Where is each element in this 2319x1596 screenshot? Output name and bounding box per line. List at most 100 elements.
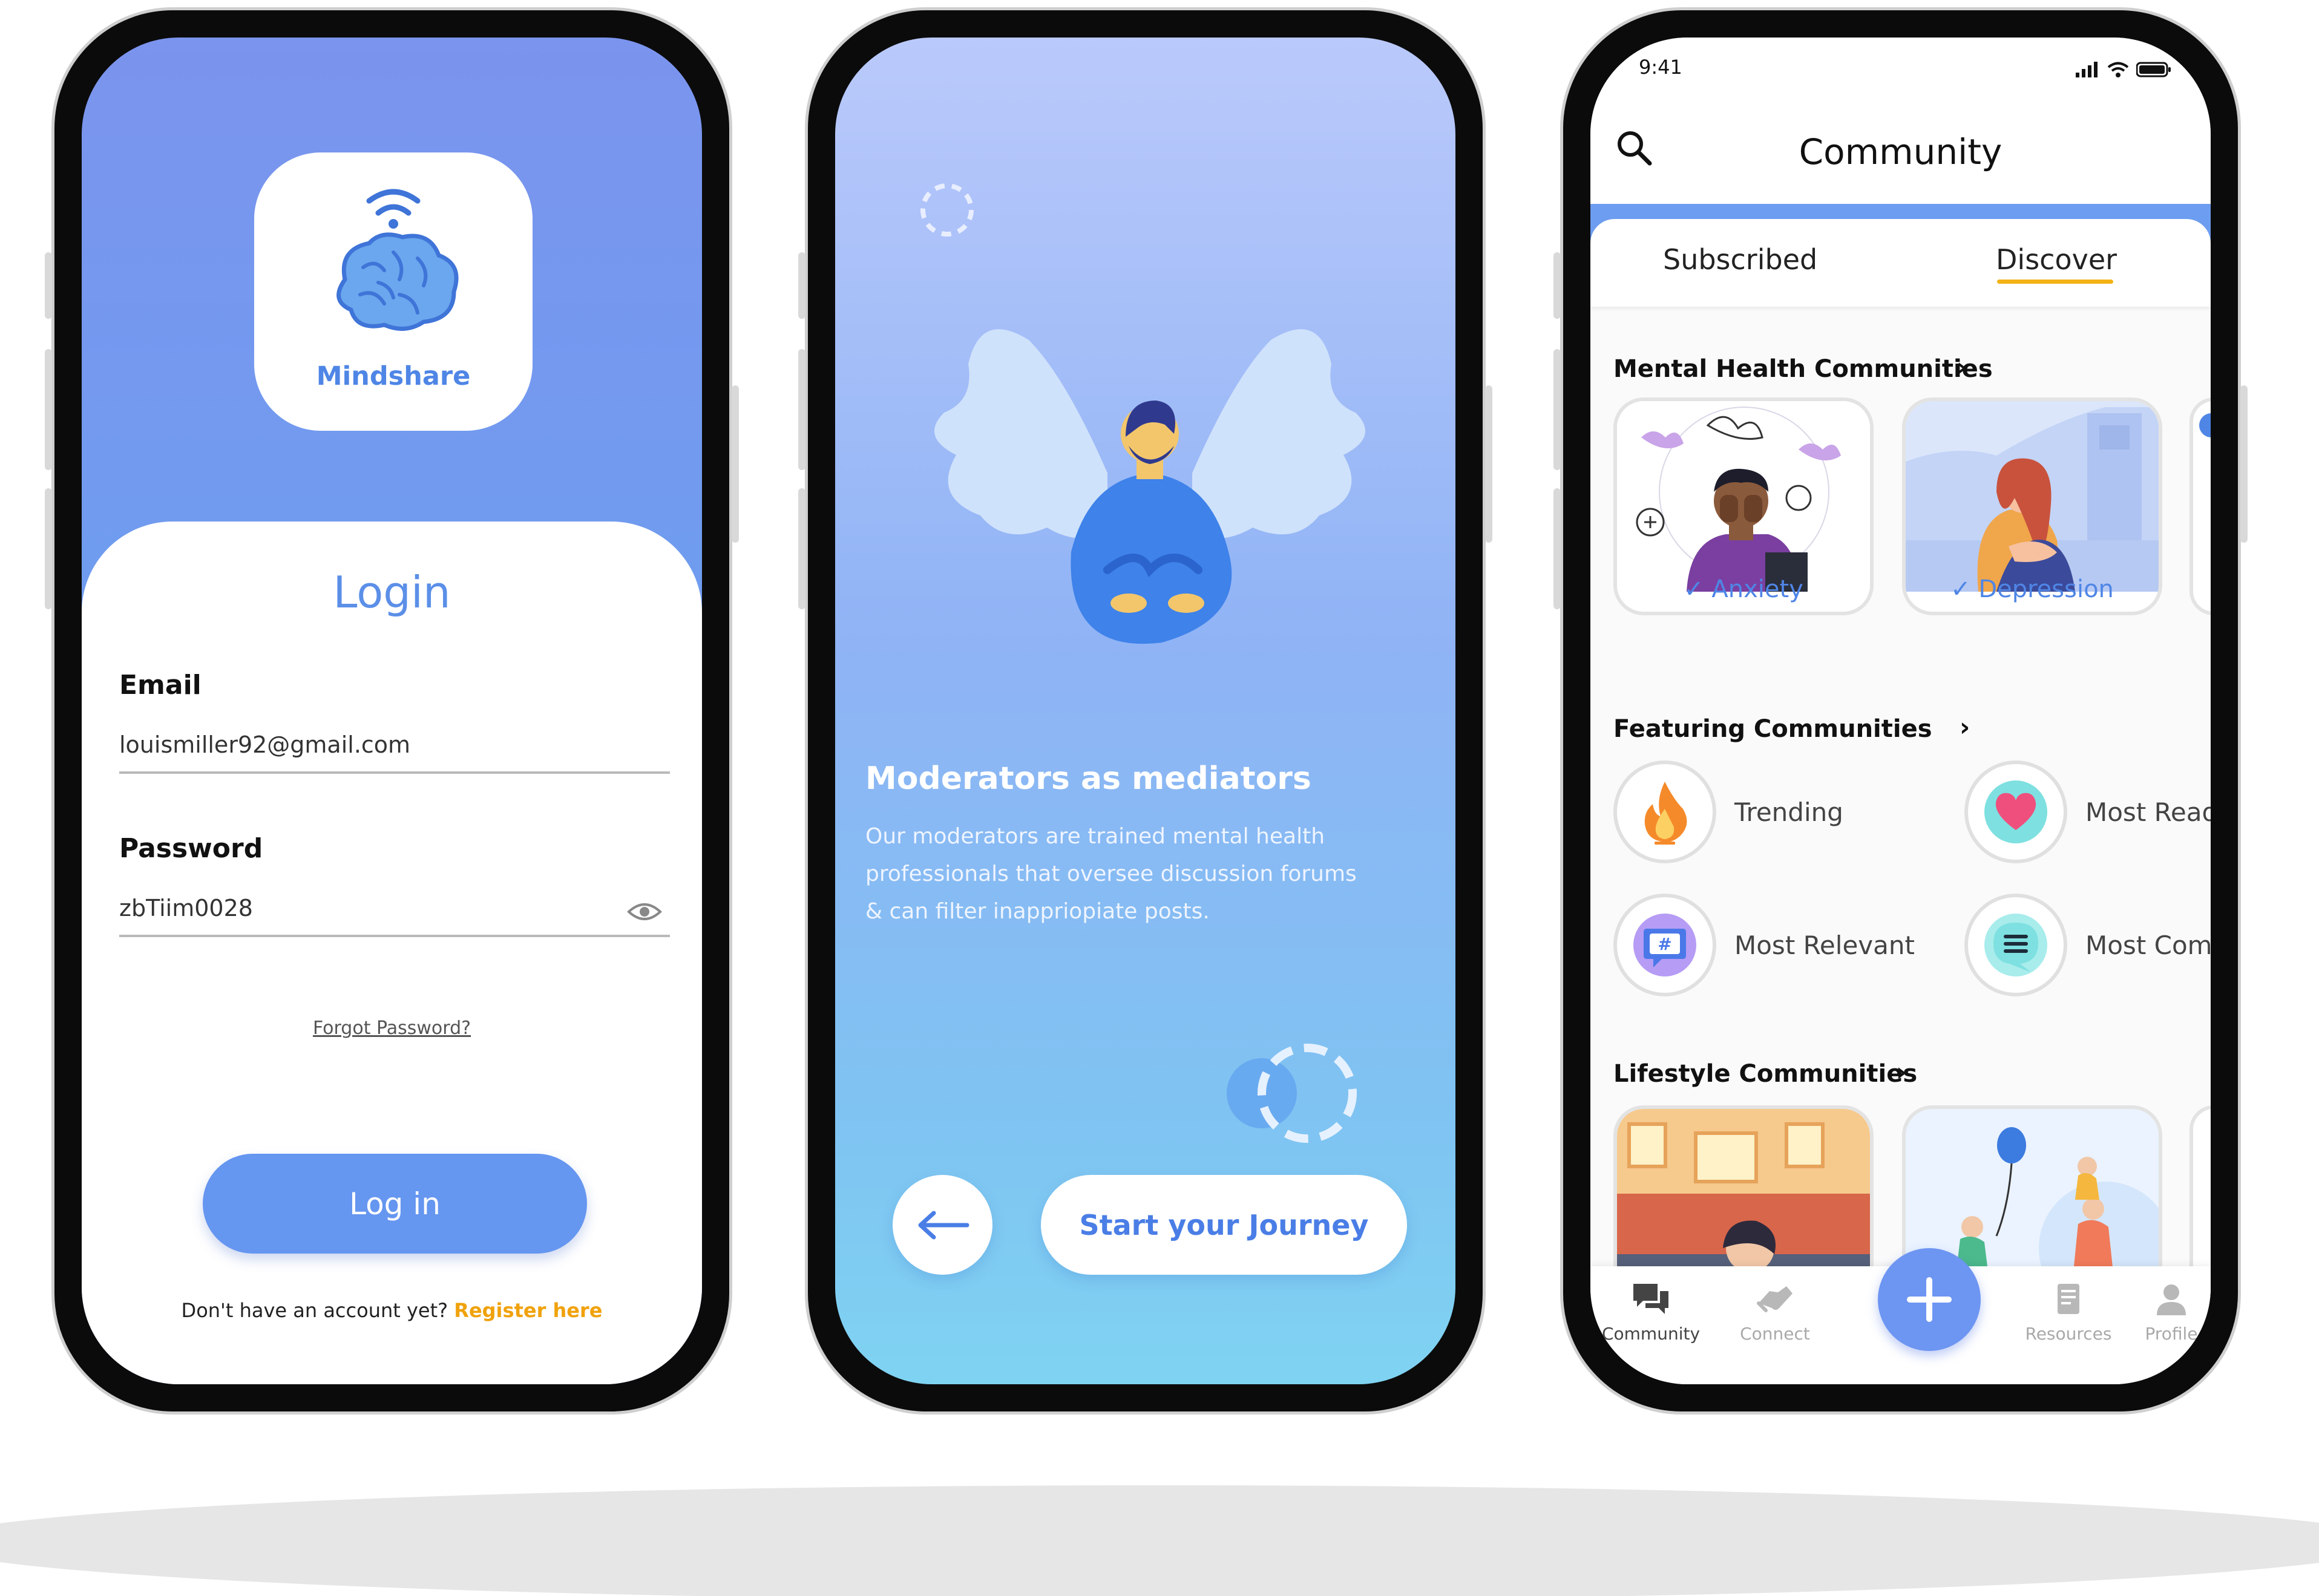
phone-login: Mindshare Login Email Password Forgot Pa…	[45, 7, 739, 1414]
top-bar: Community	[1590, 95, 2211, 204]
handshake-icon	[1757, 1286, 1793, 1312]
featured-item-most-relevant[interactable]: # Most Relevant	[1613, 894, 1915, 996]
chevron-right-icon[interactable]: ›	[1896, 1057, 1906, 1087]
card-label-depression: ✓ Depression	[1950, 575, 2114, 603]
section-title-featuring[interactable]: Featuring Communities	[1613, 715, 1932, 743]
section-title-lifestyle[interactable]: Lifestyle Communities	[1613, 1060, 1917, 1088]
arrow-left-icon	[918, 1211, 969, 1239]
email-field[interactable]	[119, 718, 670, 774]
nav-label: Community	[1601, 1324, 1701, 1344]
email-label: Email	[119, 670, 202, 701]
login-button[interactable]: Log in	[203, 1154, 587, 1254]
featured-item-icon	[1964, 760, 2067, 863]
phone-side-button	[1553, 349, 1561, 470]
password-label: Password	[119, 833, 263, 864]
community-card-partial[interactable]	[2189, 397, 2211, 615]
wifi-icon	[2107, 62, 2129, 77]
phone-side-button	[1553, 252, 1561, 319]
onboarding-screen: Moderators as mediators Our moderators a…	[835, 38, 1455, 1384]
progress-indicator-icon	[1227, 1044, 1357, 1143]
eye-icon[interactable]	[626, 900, 663, 924]
phone-side-button	[798, 252, 805, 319]
create-post-button[interactable]	[1878, 1248, 1981, 1351]
nav-label: Connect	[1740, 1324, 1810, 1344]
tab-bar: Subscribed Discover	[1590, 219, 2211, 307]
active-tab-indicator	[1997, 280, 2113, 284]
dashed-circle-icon	[920, 183, 974, 237]
featured-item-label: Most Read	[2085, 797, 2211, 827]
password-field[interactable]	[119, 881, 670, 937]
phone-side-button	[2240, 385, 2248, 543]
nav-label: Profile	[2145, 1324, 2198, 1344]
login-screen: Mindshare Login Email Password Forgot Pa…	[82, 38, 702, 1384]
page-title: Community	[1799, 131, 2002, 172]
nav-community[interactable]: Community	[1590, 1281, 1711, 1344]
svg-text:#: #	[1658, 934, 1671, 954]
check-icon: ✓	[1950, 575, 1979, 603]
back-button[interactable]	[893, 1175, 992, 1275]
nav-label: Resources	[2025, 1324, 2112, 1344]
tab-subscribed[interactable]: Subscribed	[1663, 243, 1817, 276]
card-label-anxiety: ✓ Anxiety	[1684, 575, 1803, 603]
onboarding-body: Our moderators are trained mental health…	[865, 824, 1357, 924]
register-row: Don't have an account yet? Register here	[82, 1299, 702, 1322]
phone-side-button	[1553, 488, 1561, 609]
document-icon	[2058, 1284, 2079, 1314]
section-title-mental-health[interactable]: Mental Health Communities	[1613, 355, 1993, 383]
phone-side-button	[45, 488, 52, 609]
featured-item-icon	[1964, 894, 2067, 996]
logo-name: Mindshare	[316, 361, 471, 391]
featured-item-trending[interactable]: Trending	[1613, 760, 1843, 863]
plus-icon	[1907, 1277, 1952, 1322]
phone-side-button	[45, 252, 52, 319]
heart-icon	[1984, 780, 2047, 843]
register-link[interactable]: Register here	[454, 1299, 602, 1322]
featured-item-icon: #	[1613, 894, 1716, 996]
community-screen: 9:41 Community Subscribed Discover Menta…	[1590, 38, 2211, 1384]
chevron-right-icon[interactable]: ›	[1957, 352, 1967, 382]
phone-community: 9:41 Community Subscribed Discover Menta…	[1553, 7, 2248, 1414]
phone-onboarding: Moderators as mediators Our moderators a…	[798, 7, 1492, 1414]
featured-item-most-commented[interactable]: Most Commented	[1964, 894, 2211, 996]
community-card-anxiety[interactable]: ✓ Anxiety	[1613, 397, 1874, 615]
phone-side-button	[798, 349, 805, 470]
chat-bubbles-icon	[1633, 1284, 1668, 1314]
check-icon: ✓	[1684, 575, 1712, 603]
phone-side-button	[798, 488, 805, 609]
anxiety-illustration	[1617, 401, 1870, 592]
featured-item-label: Most Commented	[2085, 930, 2211, 960]
no-account-text: Don't have an account yet?	[181, 1299, 448, 1322]
status-icons	[2076, 62, 2171, 77]
featured-item-most-read[interactable]: Most Read	[1964, 760, 2211, 863]
nav-connect[interactable]: Connect	[1714, 1281, 1835, 1344]
app-logo: Mindshare	[254, 152, 533, 431]
phone-side-button	[732, 385, 739, 543]
battery-icon	[2136, 62, 2171, 77]
featured-item-label: Most Relevant	[1734, 930, 1915, 960]
hashtag-icon: #	[1633, 914, 1696, 976]
login-form-card: Login	[82, 522, 702, 1384]
depression-illustration	[1906, 401, 2159, 592]
chevron-right-icon[interactable]: ›	[1960, 712, 1970, 742]
card-badge	[2199, 413, 2211, 437]
fire-icon	[1644, 782, 1687, 845]
nav-resources[interactable]: Resources	[2008, 1281, 2129, 1344]
bottom-navigation: Community Connect Resources Profile	[1590, 1248, 2211, 1384]
user-icon	[2157, 1284, 2186, 1315]
status-bar: 9:41	[1590, 38, 2211, 95]
nav-profile[interactable]: Profile	[2123, 1281, 2211, 1344]
login-title: Login	[333, 567, 451, 618]
featured-item-label: Trending	[1734, 797, 1843, 827]
signal-icon	[2076, 62, 2098, 77]
featured-item-icon	[1613, 760, 1716, 863]
forgot-password-link[interactable]: Forgot Password?	[82, 1018, 702, 1039]
phone-side-button	[1485, 385, 1492, 543]
tab-discover[interactable]: Discover	[1996, 243, 2117, 276]
comment-lines-icon	[1984, 914, 2047, 976]
status-time: 9:41	[1639, 56, 1682, 79]
start-journey-button[interactable]: Start your Journey	[1041, 1175, 1407, 1275]
community-card-depression[interactable]: ✓ Depression	[1902, 397, 2162, 615]
brain-wifi-icon	[336, 189, 459, 331]
onboarding-title: Moderators as mediators	[865, 760, 1311, 797]
phone-side-button	[45, 349, 52, 470]
